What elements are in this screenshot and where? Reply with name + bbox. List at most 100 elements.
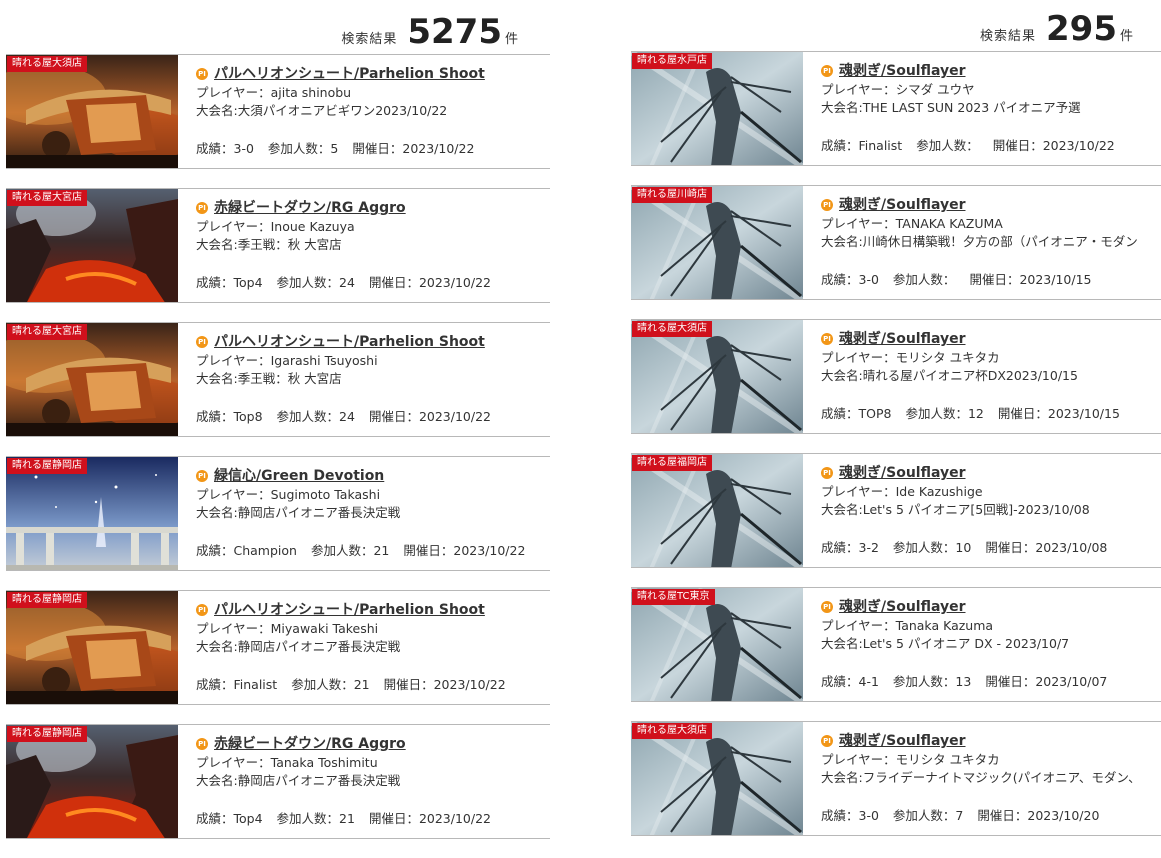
deck-card[interactable]: 晴れる屋水戸店 PI 魂剥ぎ/Soulflayer プレイヤー：シマダ ユウヤ …: [631, 51, 1161, 166]
date-text: 開催日：2023/10/22: [403, 542, 526, 558]
player-name: プレイヤー：Igarashi Tsuyoshi: [196, 352, 378, 368]
deck-thumbnail[interactable]: 晴れる屋大宮店: [6, 323, 178, 436]
deck-name-link[interactable]: 魂剥ぎ/Soulflayer: [839, 196, 966, 215]
result-text: 成績：3-0: [821, 807, 879, 823]
deck-card[interactable]: 晴れる屋川崎店 PI 魂剥ぎ/Soulflayer プレイヤー：TANAKA K…: [631, 185, 1161, 300]
participants-text: 参加人数：: [892, 271, 956, 287]
deck-card[interactable]: 晴れる屋静岡店 PI パルヘリオンシュート/Parhelion Shoot プレ…: [6, 590, 550, 705]
deck-name-link[interactable]: 緑信心/Green Devotion: [214, 467, 384, 486]
shop-badge: 晴れる屋大須店: [632, 723, 712, 739]
deck-stats: 成績：3-0 参加人数： 開催日：2023/10/15: [821, 271, 1161, 290]
deck-card[interactable]: 晴れる屋TC東京 PI 魂剥ぎ/Soulflayer プレイヤー：Tanaka …: [631, 587, 1161, 702]
pioneer-format-icon: PI: [196, 202, 208, 215]
deck-thumbnail[interactable]: 晴れる屋大須店: [6, 55, 178, 168]
date-text: 開催日：2023/10/22: [992, 137, 1115, 153]
player-name: プレイヤー：TANAKA KAZUMA: [821, 215, 1003, 231]
shop-badge: 晴れる屋大宮店: [7, 324, 87, 340]
event-name: 大会名:静岡店パイオニア番長決定戦: [196, 639, 401, 654]
deck-card[interactable]: 晴れる屋福岡店 PI 魂剥ぎ/Soulflayer プレイヤー：Ide Kazu…: [631, 453, 1161, 568]
deck-info: PI 魂剥ぎ/Soulflayer プレイヤー：シマダ ユウヤ 大会名:THE …: [803, 52, 1161, 165]
participants-text: 参加人数：7: [892, 807, 964, 823]
deck-thumbnail[interactable]: 晴れる屋静岡店: [6, 457, 178, 570]
deck-card[interactable]: 晴れる屋静岡店 PI 緑信心/Green Devotion プレイヤー：Sugi…: [6, 456, 550, 571]
deck-title-row: PI 魂剥ぎ/Soulflayer: [821, 464, 1161, 483]
results-count: 検索結果 295 件: [980, 12, 1133, 46]
left-results-column: 検索結果 5275 件 晴れる屋大須店 PI パルヘリオンシュート/Parhel…: [6, 0, 550, 858]
deck-thumbnail[interactable]: 晴れる屋川崎店: [631, 186, 803, 299]
shop-badge: 晴れる屋大須店: [7, 56, 87, 72]
deck-title-row: PI 魂剥ぎ/Soulflayer: [821, 196, 1161, 215]
deck-thumbnail[interactable]: 晴れる屋TC東京: [631, 588, 803, 701]
deck-name-link[interactable]: 魂剥ぎ/Soulflayer: [839, 330, 966, 349]
deck-info: PI 緑信心/Green Devotion プレイヤー：Sugimoto Tak…: [178, 457, 550, 570]
deck-info: PI 魂剥ぎ/Soulflayer プレイヤー：モリシタ ユキタカ 大会名:晴れ…: [803, 320, 1161, 433]
deck-name-link[interactable]: 赤緑ビートダウン/RG Aggro: [214, 199, 406, 218]
deck-thumbnail[interactable]: 晴れる屋水戸店: [631, 52, 803, 165]
event-name: 大会名:フライデーナイトマジック(パイオニア、モダン、: [821, 770, 1141, 785]
shop-badge: 晴れる屋水戸店: [632, 53, 712, 69]
result-text: 成績：Champion: [196, 542, 297, 558]
deck-thumbnail[interactable]: 晴れる屋静岡店: [6, 591, 178, 704]
deck-name-link[interactable]: 魂剥ぎ/Soulflayer: [839, 62, 966, 81]
deck-name-link[interactable]: パルヘリオンシュート/Parhelion Shoot: [214, 65, 485, 84]
deck-thumbnail[interactable]: 晴れる屋福岡店: [631, 454, 803, 567]
deck-thumbnail[interactable]: 晴れる屋大宮店: [6, 189, 178, 302]
participants-text: 参加人数：21: [310, 542, 390, 558]
player-name: プレイヤー：モリシタ ユキタカ: [821, 349, 1000, 365]
shop-badge: 晴れる屋大須店: [632, 321, 712, 337]
result-text: 成績：TOP8: [821, 405, 892, 421]
deck-info: PI 魂剥ぎ/Soulflayer プレイヤー：TANAKA KAZUMA 大会…: [803, 186, 1161, 299]
result-text: 成績：Top8: [196, 408, 263, 424]
deck-thumbnail[interactable]: 晴れる屋静岡店: [6, 725, 178, 838]
player-name: プレイヤー：Tanaka Toshimitu: [196, 754, 378, 770]
deck-thumbnail[interactable]: 晴れる屋大須店: [631, 320, 803, 433]
deck-stats: 成績：3-0 参加人数：7 開催日：2023/10/20: [821, 807, 1161, 826]
player-name: プレイヤー：シマダ ユウヤ: [821, 81, 975, 97]
date-text: 開催日：2023/10/22: [368, 274, 491, 290]
deck-name-link[interactable]: 魂剥ぎ/Soulflayer: [839, 732, 966, 751]
event-name: 大会名:晴れる屋パイオニア杯DX2023/10/15: [821, 368, 1078, 383]
deck-title-row: PI 赤緑ビートダウン/RG Aggro: [196, 199, 550, 218]
event-name: 大会名:Let's 5 パイオニア[5回戦]-2023/10/08: [821, 502, 1090, 517]
deck-name-link[interactable]: パルヘリオンシュート/Parhelion Shoot: [214, 601, 485, 620]
deck-name-link[interactable]: 赤緑ビートダウン/RG Aggro: [214, 735, 406, 754]
pioneer-format-icon: PI: [821, 199, 833, 212]
results-count-label: 検索結果: [341, 32, 398, 47]
results-count-unit: 件: [504, 32, 518, 47]
results-header: 検索結果 5275 件: [6, 0, 550, 54]
deck-card[interactable]: 晴れる屋大須店 PI パルヘリオンシュート/Parhelion Shoot プレ…: [6, 54, 550, 169]
deck-card[interactable]: 晴れる屋静岡店 PI 赤緑ビートダウン/RG Aggro プレイヤー：Tanak…: [6, 724, 550, 839]
shop-badge: 晴れる屋大宮店: [7, 190, 87, 206]
deck-name-link[interactable]: 魂剥ぎ/Soulflayer: [839, 598, 966, 617]
deck-card[interactable]: 晴れる屋大宮店 PI 赤緑ビートダウン/RG Aggro プレイヤー：Inoue…: [6, 188, 550, 303]
participants-text: 参加人数：: [916, 137, 979, 153]
deck-stats: 成績：3-0 参加人数：5 開催日：2023/10/22: [196, 140, 550, 159]
participants-text: 参加人数：10: [892, 539, 972, 555]
deck-stats: 成績：Champion 参加人数：21 開催日：2023/10/22: [196, 542, 550, 561]
pioneer-format-icon: PI: [196, 470, 208, 483]
deck-card[interactable]: 晴れる屋大須店 PI 魂剥ぎ/Soulflayer プレイヤー：モリシタ ユキタ…: [631, 319, 1161, 434]
deck-info: PI パルヘリオンシュート/Parhelion Shoot プレイヤー：Miya…: [178, 591, 550, 704]
date-text: 開催日：2023/10/22: [352, 140, 475, 156]
deck-thumbnail[interactable]: 晴れる屋大須店: [631, 722, 803, 835]
pioneer-format-icon: PI: [821, 601, 833, 614]
event-name: 大会名:大須パイオニアビギワン2023/10/22: [196, 103, 448, 118]
shop-badge: 晴れる屋TC東京: [632, 589, 715, 605]
deck-name-link[interactable]: 魂剥ぎ/Soulflayer: [839, 464, 966, 483]
deck-title-row: PI 魂剥ぎ/Soulflayer: [821, 62, 1161, 81]
deck-info: PI パルヘリオンシュート/Parhelion Shoot プレイヤー：Igar…: [178, 323, 550, 436]
pioneer-format-icon: PI: [196, 738, 208, 751]
deck-list: 晴れる屋大須店 PI パルヘリオンシュート/Parhelion Shoot プレ…: [6, 54, 550, 839]
deck-info: PI 魂剥ぎ/Soulflayer プレイヤー：Ide Kazushige 大会…: [803, 454, 1161, 567]
deck-name-link[interactable]: パルヘリオンシュート/Parhelion Shoot: [214, 333, 485, 352]
date-text: 開催日：2023/10/15: [969, 271, 1092, 287]
deck-card[interactable]: 晴れる屋大宮店 PI パルヘリオンシュート/Parhelion Shoot プレ…: [6, 322, 550, 437]
deck-title-row: PI パルヘリオンシュート/Parhelion Shoot: [196, 65, 550, 84]
date-text: 開催日：2023/10/22: [368, 810, 491, 826]
player-name: プレイヤー：Miyawaki Takeshi: [196, 620, 379, 636]
result-text: 成績：Top4: [196, 810, 263, 826]
event-name: 大会名:季王戦：秋 大宮店: [196, 371, 342, 386]
participants-text: 参加人数：21: [276, 810, 355, 826]
deck-card[interactable]: 晴れる屋大須店 PI 魂剥ぎ/Soulflayer プレイヤー：モリシタ ユキタ…: [631, 721, 1161, 836]
event-name: 大会名:Let's 5 パイオニア DX - 2023/10/7: [821, 636, 1070, 651]
